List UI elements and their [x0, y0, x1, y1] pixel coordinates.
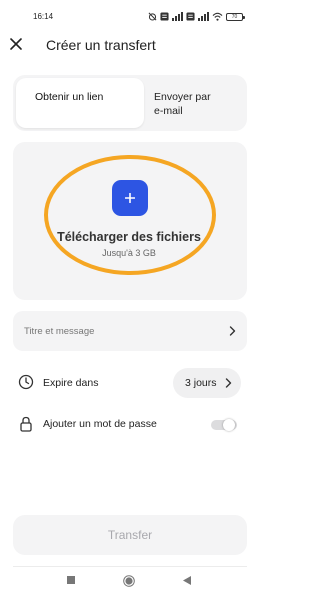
toggle-knob	[223, 419, 235, 431]
status-bar: 16:14 70	[0, 0, 258, 24]
chevron-right-icon	[225, 378, 232, 388]
title-message-label: Titre et message	[24, 326, 95, 337]
lock-icon	[20, 416, 32, 432]
tab-send-email[interactable]: Envoyer par e-mail	[144, 78, 244, 128]
expiry-selector[interactable]: 3 jours	[173, 368, 241, 398]
chevron-right-icon	[229, 326, 236, 336]
title-message-row[interactable]: Titre et message	[13, 311, 247, 351]
clock-icon	[18, 374, 34, 390]
page-title: Créer un transfert	[46, 37, 156, 53]
password-row: Ajouter un mot de passe	[13, 410, 247, 440]
back-icon[interactable]	[183, 576, 191, 585]
signal-icon	[172, 12, 183, 21]
add-files-button[interactable]	[112, 180, 148, 216]
notification-icon	[160, 12, 169, 21]
expiry-value: 3 jours	[185, 377, 217, 389]
transfer-mode-tabs: Obtenir un lien Envoyer par e-mail	[13, 75, 247, 131]
expiry-label: Expire dans	[43, 377, 99, 389]
navigation-bar	[0, 572, 258, 592]
close-icon[interactable]	[8, 36, 24, 52]
tab-get-link[interactable]: Obtenir un lien	[16, 78, 144, 128]
header: Créer un transfert	[0, 28, 258, 62]
password-toggle[interactable]	[211, 419, 237, 431]
recents-icon[interactable]	[67, 576, 75, 584]
wifi-icon	[212, 12, 223, 21]
nav-divider	[13, 566, 247, 567]
transfer-button[interactable]: Transfer	[13, 515, 247, 555]
signal-icon-secondary	[198, 12, 209, 21]
expiry-row: Expire dans 3 jours	[13, 366, 247, 400]
upload-limit: Jusqu'à 3 GB	[102, 248, 156, 258]
home-icon[interactable]	[123, 575, 135, 587]
password-label: Ajouter un mot de passe	[43, 418, 157, 430]
plus-icon	[125, 193, 135, 203]
alarm-icon	[148, 12, 157, 21]
status-icons: 70	[148, 11, 245, 22]
notification-icon-secondary	[186, 12, 195, 21]
upload-area[interactable]	[13, 142, 247, 300]
status-time: 16:14	[33, 12, 54, 21]
battery-icon: 70	[226, 12, 245, 21]
upload-title[interactable]: Télécharger des fichiers	[0, 230, 258, 244]
